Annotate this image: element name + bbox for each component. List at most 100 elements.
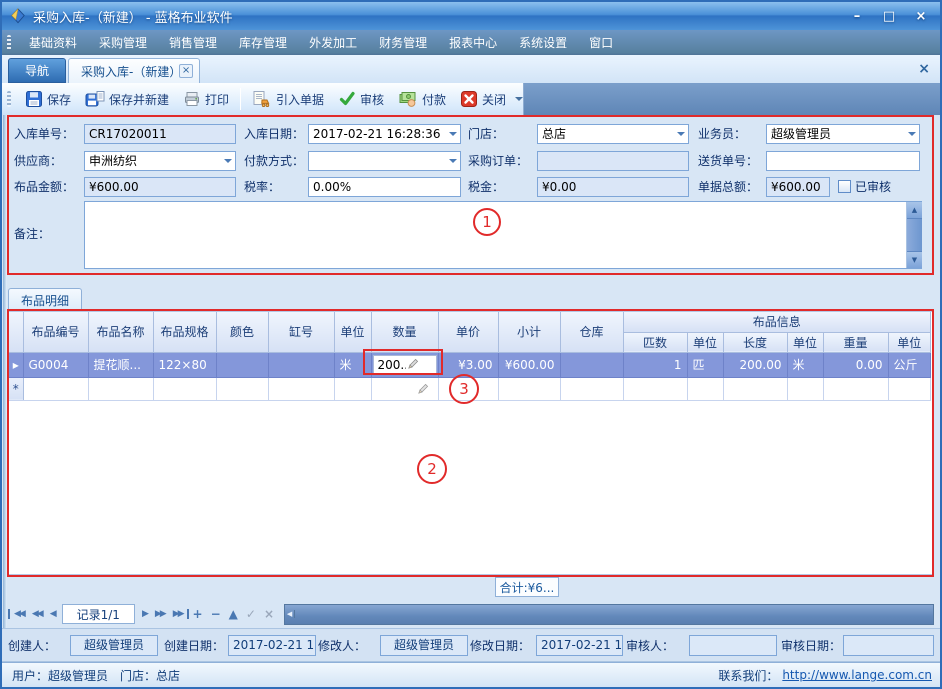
cell-unit-price[interactable]: ¥3.00 <box>438 352 498 377</box>
delete-record-icon[interactable]: − <box>207 607 225 621</box>
cell-empty[interactable] <box>823 377 888 400</box>
minimize-icon[interactable]: – <box>848 9 866 24</box>
menu-outsourcing[interactable]: 外发加工 <box>298 30 368 55</box>
close-icon[interactable]: × <box>912 9 930 24</box>
col-header-pieces-unit[interactable]: 单位 <box>687 332 723 352</box>
edit-record-icon[interactable]: ▲ <box>225 607 242 621</box>
scroll-left-icon[interactable]: ◀ <box>285 610 295 618</box>
cell-subtotal[interactable]: ¥600.00 <box>498 352 560 377</box>
cell-unit[interactable]: 米 <box>334 352 371 377</box>
prev-record-icon[interactable]: ◀ <box>46 609 59 619</box>
cell-empty[interactable] <box>268 377 334 400</box>
cell-empty[interactable] <box>334 377 371 400</box>
cell-pieces[interactable]: 1 <box>623 352 687 377</box>
cell-empty[interactable] <box>216 377 268 400</box>
cell-fabric-code[interactable]: G0004 <box>23 352 88 377</box>
pay-method-field[interactable] <box>308 151 461 171</box>
chevron-down-icon[interactable] <box>224 159 232 163</box>
tabstrip-close-icon[interactable]: × <box>918 61 930 77</box>
edit-pencil-icon[interactable] <box>416 383 429 396</box>
scroll-down-icon[interactable]: ▼ <box>907 252 922 268</box>
chevron-down-icon[interactable] <box>449 132 457 136</box>
menu-window[interactable]: 窗口 <box>578 30 624 55</box>
pay-button[interactable]: 付款 <box>391 87 453 111</box>
col-header-lot-no[interactable]: 缸号 <box>268 312 334 352</box>
col-header-fabric-spec[interactable]: 布品规格 <box>153 312 216 352</box>
menu-finance[interactable]: 财务管理 <box>368 30 438 55</box>
store-field[interactable]: 总店 <box>537 124 689 144</box>
bill-no-field[interactable]: CR17020011 <box>84 124 236 144</box>
cell-warehouse[interactable] <box>560 352 623 377</box>
cell-lot-no[interactable] <box>268 352 334 377</box>
col-header-unit[interactable]: 单位 <box>334 312 371 352</box>
amount-field[interactable]: ¥600.00 <box>84 177 236 197</box>
purchase-order-field[interactable] <box>537 151 689 171</box>
supplier-field[interactable]: 申洲纺织 <box>84 151 236 171</box>
menu-sales[interactable]: 销售管理 <box>158 30 228 55</box>
tax-rate-field[interactable]: 0.00% <box>308 177 461 197</box>
quantity-editor[interactable]: 200... <box>373 355 437 375</box>
next-record-icon[interactable]: ▶ <box>138 609 151 619</box>
cell-length[interactable]: 200.00 <box>723 352 787 377</box>
last-record-icon[interactable]: ▶▶ <box>169 609 189 619</box>
menu-settings[interactable]: 系统设置 <box>508 30 578 55</box>
col-header-length[interactable]: 长度 <box>723 332 787 352</box>
cell-weight[interactable]: 0.00 <box>823 352 888 377</box>
col-header-fabric-code[interactable]: 布品编号 <box>23 312 88 352</box>
toolbar-overflow-icon[interactable] <box>515 97 523 101</box>
clerk-field[interactable]: 超级管理员 <box>766 124 920 144</box>
delivery-no-field[interactable] <box>766 151 920 171</box>
remark-textarea[interactable]: ▲ ▼ <box>84 201 922 269</box>
cell-empty[interactable] <box>888 377 931 400</box>
cell-empty[interactable] <box>687 377 723 400</box>
cell-weight-unit[interactable]: 公斤 <box>888 352 931 377</box>
audit-button[interactable]: 审核 <box>331 87 391 111</box>
col-header-subtotal[interactable]: 小计 <box>498 312 560 352</box>
menu-inventory[interactable]: 库存管理 <box>228 30 298 55</box>
cell-empty[interactable] <box>23 377 88 400</box>
next-page-icon[interactable]: ▶▶ <box>151 609 169 619</box>
total-field[interactable]: ¥600.00 <box>766 177 830 197</box>
col-header-length-unit[interactable]: 单位 <box>787 332 823 352</box>
col-header-weight-unit[interactable]: 单位 <box>888 332 931 352</box>
col-header-warehouse[interactable]: 仓库 <box>560 312 623 352</box>
cell-empty[interactable] <box>153 377 216 400</box>
cancel-edit-icon[interactable]: × <box>260 607 278 621</box>
cell-fabric-name[interactable]: 提花顺... <box>88 352 153 377</box>
col-header-unit-price[interactable]: 单价 <box>438 312 498 352</box>
tab-fabric-detail[interactable]: 布品明细 <box>8 288 82 311</box>
cell-color[interactable] <box>216 352 268 377</box>
cell-quantity[interactable]: 200... <box>371 352 438 377</box>
post-edit-icon[interactable]: ✓ <box>242 607 260 621</box>
new-row-marker[interactable]: * <box>9 377 23 400</box>
cell-quantity-new[interactable] <box>371 377 438 400</box>
chevron-down-icon[interactable] <box>449 159 457 163</box>
cell-empty[interactable] <box>560 377 623 400</box>
remark-scrollbar[interactable]: ▲ ▼ <box>906 202 921 268</box>
col-header-fabric-name[interactable]: 布品名称 <box>88 312 153 352</box>
cell-empty[interactable] <box>787 377 823 400</box>
edit-pencil-icon[interactable] <box>406 358 434 371</box>
cell-length-unit[interactable]: 米 <box>787 352 823 377</box>
cell-empty[interactable] <box>623 377 687 400</box>
print-button[interactable]: 打印 <box>176 87 236 111</box>
tab-close-icon[interactable]: × <box>179 64 193 78</box>
audited-checkbox[interactable] <box>838 180 851 193</box>
menu-purchase[interactable]: 采购管理 <box>88 30 158 55</box>
scroll-thumb[interactable] <box>907 218 922 252</box>
tab-purchase-inbound[interactable]: 采购入库-（新建） × <box>68 58 200 83</box>
prev-page-icon[interactable]: ◀◀ <box>28 609 46 619</box>
col-header-quantity[interactable]: 数量 <box>371 312 438 352</box>
save-button[interactable]: 保存 <box>18 87 78 111</box>
cell-empty[interactable] <box>438 377 498 400</box>
cell-empty[interactable] <box>498 377 560 400</box>
cell-empty[interactable] <box>723 377 787 400</box>
scroll-up-icon[interactable]: ▲ <box>907 202 922 218</box>
tab-navigation[interactable]: 导航 <box>8 58 66 83</box>
website-link[interactable]: http://www.lange.com.cn <box>782 668 932 682</box>
menu-basic-data[interactable]: 基础资料 <box>18 30 88 55</box>
maximize-icon[interactable]: □ <box>880 9 898 24</box>
horizontal-scrollbar[interactable]: ◀ <box>284 604 934 625</box>
cell-fabric-spec[interactable]: 122×80 <box>153 352 216 377</box>
append-record-icon[interactable]: + <box>189 607 207 621</box>
